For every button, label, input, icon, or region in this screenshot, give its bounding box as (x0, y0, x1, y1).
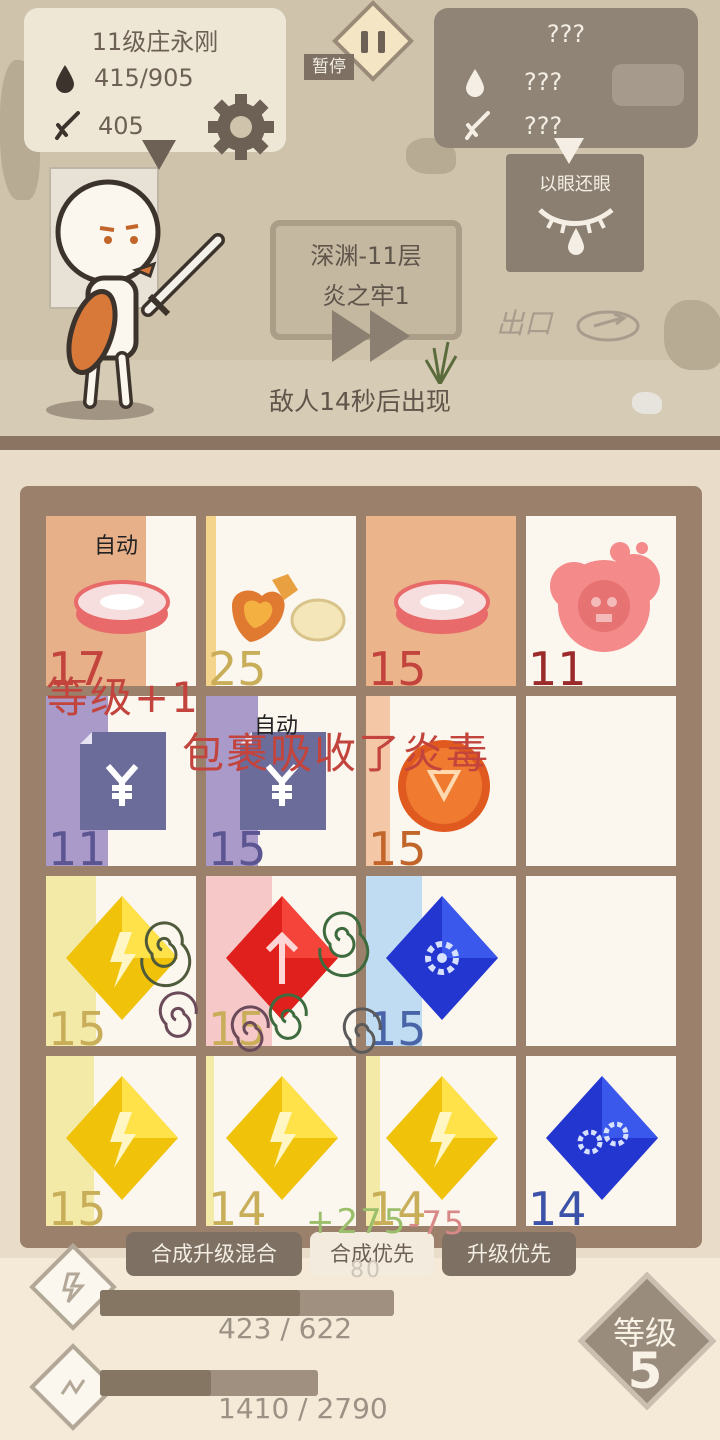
meat-icon (74, 580, 170, 634)
pause-label: 暂停 (304, 54, 354, 80)
auto-tag: 自动 (94, 534, 139, 559)
fast-forward-icon[interactable] (330, 306, 420, 366)
grass-tuft-icon (424, 341, 458, 384)
gold-nuggets-icon (232, 574, 346, 642)
tile-level: 25 (208, 642, 267, 686)
sword-icon (55, 111, 80, 140)
enemy-spawn-notice: 敌人14秒后出现 (269, 387, 451, 416)
player-attack-row: 405 (54, 108, 144, 144)
lightning-icon (62, 1272, 86, 1303)
faint-number: 80 (350, 1258, 382, 1283)
tile-level: 15 (48, 1002, 107, 1046)
sword-icon (465, 111, 490, 140)
enemy-portrait-slot (612, 64, 684, 106)
battle-scene: 11级庄永刚 415/905 405 暂停 ??? ??? ??? 以眼还眼 出… (0, 0, 720, 440)
exit-label[interactable]: 出口 (496, 302, 552, 342)
dust-swirl-effects (140, 911, 382, 1054)
player-hp-row: 415/905 (54, 60, 194, 96)
level-up-popup: 等级+1 (46, 673, 200, 722)
item-board: 自动 17 25 15 11 11 自动 15 15 15 15 15 15 14 14 14 (20, 486, 702, 1248)
eye-tear-icon (538, 208, 614, 255)
board-tile-lightning-gem[interactable]: 14 (366, 1056, 516, 1226)
tile-level: 15 (368, 642, 427, 686)
skill-name: 以眼还眼 (539, 174, 611, 195)
hero-character[interactable] (40, 160, 240, 420)
board-tile-meat[interactable]: 15 (366, 516, 516, 686)
enemy-name: ??? (546, 20, 586, 48)
tile-level: 14 (208, 1182, 267, 1226)
experience-bar-label: 1410 / 2790 (218, 1392, 388, 1425)
meat-icon (394, 580, 490, 634)
board-tile-meat[interactable]: 自动 17 (46, 516, 196, 686)
skill-card[interactable]: 以眼还眼 (506, 154, 644, 272)
tile-level: 15 (48, 1182, 107, 1226)
board-tile-empty[interactable] (526, 696, 676, 866)
enemy-status-panel: ??? ??? ??? (434, 8, 698, 148)
enemy-hp: ??? (524, 68, 563, 96)
energy-bar-label: 423 / 622 (218, 1312, 353, 1345)
pointer-triangle-icon (142, 140, 176, 170)
experience-bar-fill (100, 1370, 212, 1396)
board-tile-empty[interactable] (526, 876, 676, 1046)
tile-level: 15 (208, 822, 267, 866)
enemy-attack-row: ??? (464, 108, 562, 144)
blood-drop-icon (466, 69, 484, 97)
board-tile-gold-nuggets[interactable]: 25 (206, 516, 356, 686)
tile-level: 11 (528, 642, 587, 686)
board-tile-lightning-gem[interactable]: 14 (206, 1056, 356, 1226)
exit-arrow-icon[interactable] (574, 304, 644, 344)
pause-icon (361, 31, 385, 53)
tile-level: 15 (368, 822, 427, 866)
score-loss-popup: -75 (408, 1204, 467, 1242)
cave-rock (664, 300, 720, 370)
blood-drop-icon (56, 65, 74, 93)
enemy-hp-row: ??? (464, 64, 562, 100)
settings-gear-icon[interactable] (206, 92, 276, 162)
tile-level: 11 (48, 822, 107, 866)
player-name: 11级庄永刚 (91, 28, 219, 56)
tile-level: 14 (528, 1182, 587, 1226)
board-tile-double-gear-gem[interactable]: 14 (526, 1056, 676, 1226)
player-attack: 405 (98, 112, 144, 140)
game-screen: 11级庄永刚 415/905 405 暂停 ??? ??? ??? 以眼还眼 出… (0, 0, 720, 1440)
board-tile-poison-cloud[interactable]: 11 (526, 516, 676, 686)
scene-divider (0, 436, 720, 450)
level-badge-value: 5 (627, 1342, 663, 1400)
board-tile-lightning-gem[interactable]: 15 (46, 1056, 196, 1226)
mode-tab-mixed[interactable]: 合成升级混合 (126, 1232, 302, 1276)
zigzag-icon (60, 1379, 86, 1395)
stage-floor: 深渊-11层 (310, 242, 422, 270)
player-hp: 415/905 (94, 64, 194, 92)
score-gain-popup: +275 (306, 1202, 408, 1242)
pointer-triangle-icon (554, 138, 584, 164)
absorb-popup: 包裹吸收了炎毒 (182, 729, 491, 778)
